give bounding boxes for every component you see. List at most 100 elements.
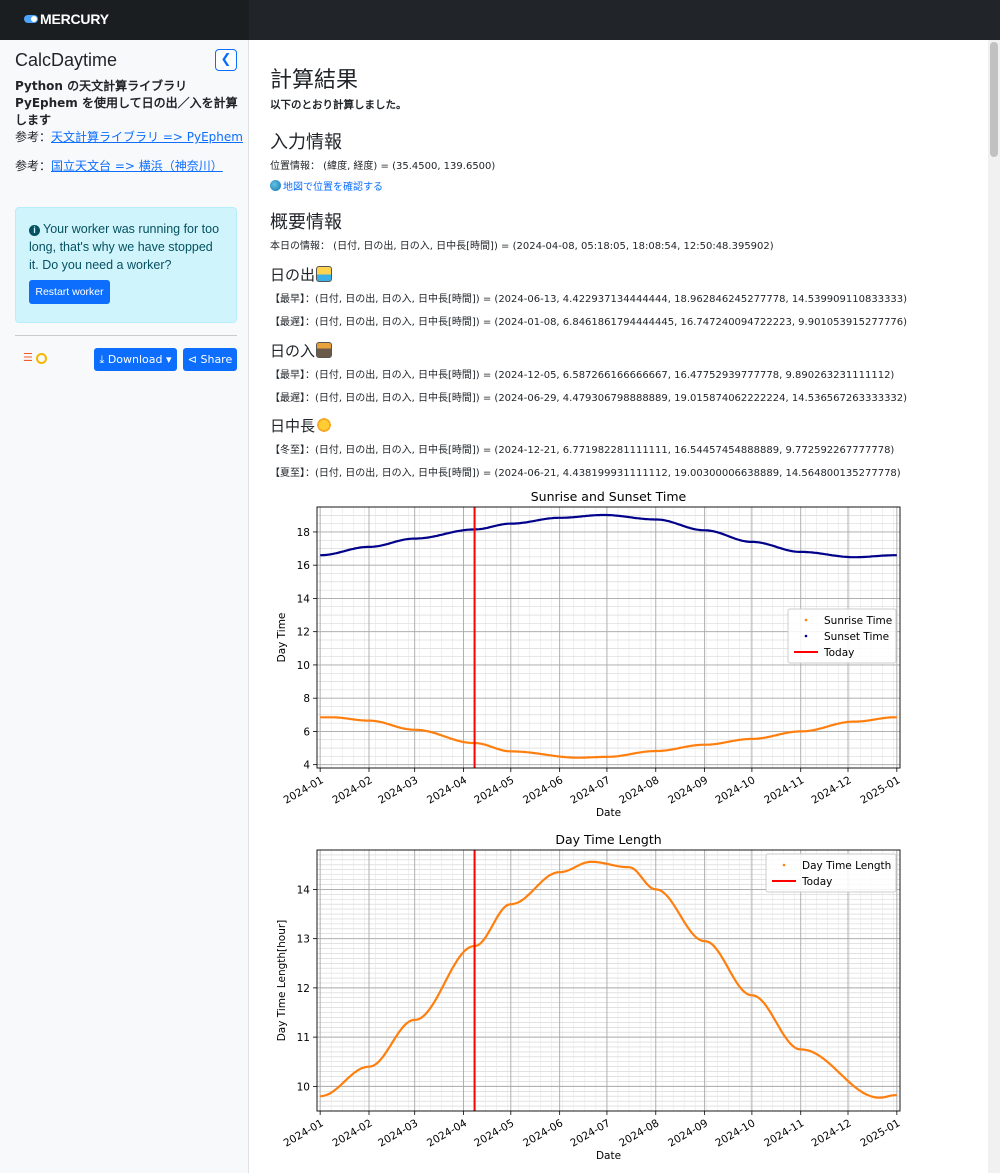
y-tick-label: 12: [297, 983, 310, 995]
legend-label: Sunset Time: [824, 631, 889, 643]
alert-message: Your worker was running for too long, th…: [29, 222, 220, 272]
x-tick-label: 2024-07: [568, 1117, 612, 1149]
sidebar: CalcDaytime ❮ Python の天文計算ライブラリ PyEphem …: [0, 40, 249, 1173]
collapse-sidebar-button[interactable]: ❮: [215, 49, 237, 71]
page-subtitle: 以下のとおり計算しました。: [270, 99, 407, 111]
x-tick-label: 2024-03: [376, 1117, 420, 1149]
sunset-heading: 日の入: [270, 340, 333, 361]
y-tick-label: 14: [297, 593, 311, 605]
sunset-earliest: 【最早】：(日付, 日の出, 日の入, 日中長[時間]) = (2024-12-…: [270, 370, 895, 381]
sunrise-heading: 日の出: [270, 264, 333, 285]
x-tick-label: 2025-01: [858, 1117, 902, 1149]
reference-2: 参考：国立天文台 => 横浜（神奈川）: [15, 157, 223, 174]
x-tick-label: 2024-12: [810, 1117, 854, 1149]
chevron-left-icon: ❮: [220, 52, 232, 67]
share-button[interactable]: ⊲ Share: [183, 348, 237, 371]
y-axis-label: Day Time Length[hour]: [276, 920, 288, 1042]
brand-name: MERCURY: [40, 11, 109, 27]
x-tick-label: 2024-10: [713, 1117, 757, 1149]
x-tick-label: 2024-03: [376, 774, 420, 806]
series-day-time-length: [320, 860, 897, 1099]
legend-swatch: [804, 618, 808, 622]
chart-title: Day Time Length: [555, 832, 661, 847]
nao-link[interactable]: 国立天文台 => 横浜（神奈川）: [51, 159, 223, 173]
download-button[interactable]: ⤓ Download ▾: [94, 348, 177, 371]
x-tick-label: 2024-12: [810, 774, 854, 806]
sunrise-heading-label: 日の出: [270, 266, 316, 284]
y-tick-label: 10: [297, 1081, 310, 1093]
page-title: 計算結果: [270, 68, 359, 93]
x-tick-label: 2024-11: [762, 774, 806, 806]
winter-solstice: 【冬至】：(日付, 日の出, 日の入, 日中長[時間]) = (2024-12-…: [270, 445, 895, 456]
y-tick-label: 13: [297, 934, 310, 946]
top-navbar: MERCURY: [0, 0, 1000, 40]
x-tick-label: 2024-04: [425, 1117, 469, 1149]
ref-prefix: 参考：: [15, 130, 52, 144]
share-icon: ⊲: [187, 353, 197, 366]
globe-icon: [270, 180, 281, 191]
location-text: 位置情報： (緯度, 経度) = (35.4500, 139.6500): [270, 161, 496, 172]
chart-title: Sunrise and Sunset Time: [531, 489, 687, 504]
y-tick-label: 6: [303, 726, 310, 738]
legend-swatch: [782, 863, 786, 867]
y-tick-label: 12: [297, 627, 310, 639]
x-tick-label: 2024-05: [472, 774, 516, 806]
pyephem-link[interactable]: 天文計算ライブラリ => PyEphem: [51, 130, 243, 144]
daylen-heading-label: 日中長: [270, 417, 316, 435]
legend-label: Today: [823, 647, 854, 659]
y-tick-label: 4: [303, 760, 310, 772]
spinner-icon: [35, 353, 47, 364]
x-axis-label: Date: [596, 807, 621, 819]
x-tick-label: 2024-01: [282, 774, 326, 806]
x-tick-label: 2024-09: [666, 1117, 710, 1149]
legend-swatch: [804, 634, 808, 638]
app-description: Python の天文計算ライブラリ PyEphem を使用して日の出／入を計算し…: [15, 79, 238, 127]
day-length-chart: Day Time Length2024-01 2024-02 2024-03 2024…: [276, 832, 902, 1162]
x-axis-label: Date: [596, 1150, 621, 1162]
restart-worker-button[interactable]: Restart worker: [29, 280, 110, 304]
sunrise-earliest: 【最早】：(日付, 日の出, 日の入, 日中長[時間]) = (2024-06-…: [270, 294, 908, 305]
sunrise-sunset-chart: Sunrise and Sunset Time2024-01 2024-02 202…: [276, 489, 902, 819]
download-icon: ⤓: [99, 353, 105, 366]
info-icon: i: [29, 225, 40, 236]
scrollbar[interactable]: [988, 40, 1000, 1173]
x-tick-label: 2024-06: [521, 1117, 565, 1149]
map-link-label: 地図で位置を確認する: [283, 182, 383, 193]
sunset-latest: 【最遅】：(日付, 日の出, 日の入, 日中長[時間]) = (2024-06-…: [270, 393, 908, 404]
y-tick-label: 8: [303, 693, 310, 705]
scrollbar-thumb[interactable]: [990, 42, 998, 157]
y-axis-label: Day Time: [276, 613, 288, 663]
x-tick-label: 2024-02: [331, 774, 375, 806]
status-icons: ☰: [23, 351, 47, 364]
chart-legend: Day Time Length Today: [765, 853, 897, 893]
caret-down-icon: ▾: [166, 353, 172, 366]
summer-solstice: 【夏至】：(日付, 日の出, 日の入, 日中長[時間]) = (2024-06-…: [270, 468, 901, 479]
input-heading: 入力情報: [270, 132, 342, 153]
summary-heading: 概要情報: [270, 212, 342, 233]
map-link[interactable]: 地図で位置を確認する: [270, 178, 383, 193]
x-tick-label: 2024-10: [713, 774, 757, 806]
toggle-icon: [24, 15, 38, 23]
mercury-logo[interactable]: MERCURY: [24, 11, 109, 27]
y-tick-label: 10: [297, 660, 310, 672]
worker-stopped-alert: i Your worker was running for too long, t…: [15, 207, 237, 323]
x-tick-label: 2024-07: [568, 774, 612, 806]
today-text: 本日の情報： (日付, 日の出, 日の入, 日中長[時間]) = (2024-0…: [270, 241, 774, 252]
y-tick-label: 16: [297, 560, 311, 572]
divider: [15, 335, 237, 336]
chart-legend: Sunrise Time Sunset Time Today: [787, 608, 897, 664]
daylen-heading: 日中長: [270, 415, 333, 436]
x-tick-label: 2024-05: [472, 1117, 516, 1149]
x-tick-label: 2024-02: [331, 1117, 375, 1149]
x-tick-label: 2024-08: [617, 774, 661, 806]
app-title: CalcDaytime: [15, 50, 118, 70]
x-tick-label: 2024-11: [762, 1117, 806, 1149]
y-tick-label: 11: [297, 1032, 310, 1044]
legend-label: Today: [801, 876, 832, 888]
download-label: Download: [107, 353, 163, 366]
y-tick-label: 14: [297, 884, 311, 896]
y-tick-label: 18: [297, 527, 310, 539]
reference-1: 参考：天文計算ライブラリ => PyEphem: [15, 128, 243, 145]
x-tick-label: 2024-04: [425, 774, 469, 806]
x-tick-label: 2024-06: [521, 774, 565, 806]
